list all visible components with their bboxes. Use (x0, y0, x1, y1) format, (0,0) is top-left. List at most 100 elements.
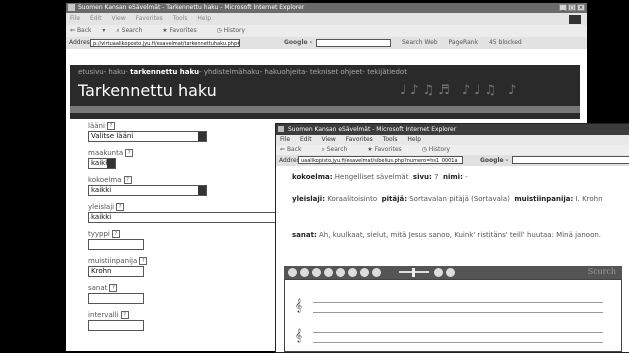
nav-current: tarkennettu haku (130, 68, 200, 76)
menu-favorites[interactable]: Favorites (346, 136, 373, 143)
help-icon[interactable]: ? (125, 149, 134, 157)
window-title: Suomen Kansan eSävelmät - Tarkennettu ha… (78, 4, 305, 11)
muistiinpanija-input[interactable]: Krohn (88, 266, 144, 277)
ie-icon (68, 4, 75, 11)
muistiinpanija-label: muistiinpanija (88, 257, 138, 265)
title-bar: Suomen Kansan eSävelmät - Tarkennettu ha… (66, 3, 587, 13)
search-web-button[interactable]: Search Web (402, 39, 438, 46)
popup-content: kokoelma: Hengelliset sävelmät sivu: 7 n… (276, 166, 629, 352)
pitaja-value: Sortavalan pitäjä (Sortavala) (409, 195, 510, 203)
tempo-slider-knob[interactable] (412, 268, 415, 277)
kokoelma-select[interactable]: kaikki (88, 185, 207, 196)
menu-favorites[interactable]: Favorites (136, 15, 163, 22)
favorites-button[interactable]: ★ Favorites (367, 146, 410, 153)
pause-icon[interactable] (336, 268, 345, 277)
tyyppi-input[interactable] (88, 239, 144, 250)
kokoelma-value: Hengelliset sävelmät (334, 173, 409, 181)
google-toolbar-extras: Search Web PageRank 45 blocked (402, 37, 531, 49)
maakunta-label: maakunta (88, 149, 124, 157)
rewind-icon[interactable] (288, 268, 297, 277)
nav-links[interactable]: etusivu- haku- (78, 68, 128, 76)
google-label: Google - (284, 39, 313, 46)
breadcrumb-nav: etusivu- haku- tarkennettu haku- yhdiste… (78, 68, 407, 76)
popup-google-input[interactable] (512, 156, 629, 164)
toolbar: ⇐ Back ▾ ⌕ Search ★ Favorites ◷ History (66, 25, 587, 37)
staff-line (313, 332, 603, 343)
intervalli-input[interactable] (88, 320, 144, 331)
scorch-player-toolbar: Scorch (284, 266, 622, 279)
page-title: Tarkennettu haku (78, 81, 217, 100)
menu-view[interactable]: View (112, 15, 126, 22)
menu-bar: File Edit View Favorites Tools Help (66, 13, 587, 25)
popup-toolbar: ⇐ Back ⌕ Search ★ Favorites ◷ History (276, 145, 629, 155)
search-button[interactable]: ⌕ Search (116, 27, 151, 34)
back-button[interactable]: ⇐ Back ▾ (70, 27, 105, 34)
kokoelma-label: kokoelma (88, 176, 122, 184)
stop-icon[interactable] (348, 268, 357, 277)
sound-icon[interactable] (446, 268, 455, 277)
help-icon[interactable]: ? (123, 176, 132, 184)
maximize-button[interactable]: □ (568, 4, 576, 11)
menu-file[interactable]: File (70, 15, 80, 22)
prev-icon[interactable] (300, 268, 309, 277)
google-search-input[interactable] (316, 39, 391, 47)
popup-menu-bar: File Edit View Favorites Tools Help (276, 135, 629, 145)
play-icon[interactable] (324, 268, 333, 277)
song-lyrics: sanat: Ah, kuulkaat, sielut, mitä Jesus … (292, 231, 602, 239)
menu-tools[interactable]: Tools (173, 15, 188, 22)
search-form: lääni? Valitse lääni maakunta? kaikki ko… (88, 121, 298, 337)
laani-select[interactable]: Valitse lääni (88, 131, 207, 142)
menu-edit[interactable]: Edit (300, 136, 312, 143)
header-strip (70, 106, 580, 113)
yleislaji-input[interactable]: kaikki (88, 212, 287, 223)
search-button[interactable]: ⌕ Search (321, 146, 356, 153)
minimize-button[interactable]: _ (559, 4, 567, 11)
menu-tools[interactable]: Tools (383, 136, 398, 143)
help-icon[interactable]: ? (106, 122, 115, 130)
sanat-value: Ah, kuulkaat, sielut, mitä Jesus sanoo, … (318, 231, 602, 239)
dropdown-arrow-icon (198, 186, 206, 195)
song-meta-row1: kokoelma: Hengelliset sävelmät sivu: 7 n… (292, 173, 468, 181)
pagerank-indicator: PageRank (448, 39, 479, 46)
popup-window: Suomen Kansan eSävelmät - Microsoft Inte… (275, 123, 629, 353)
print-icon[interactable] (312, 268, 321, 277)
back-step-icon[interactable] (360, 268, 369, 277)
history-button[interactable]: ◷ History (422, 146, 460, 153)
staff-line (313, 302, 603, 313)
muistiinpanija-value: I. Krohn (575, 195, 603, 203)
back-button[interactable]: ⇐ Back (280, 146, 311, 153)
popup-title-bar: Suomen Kansan eSävelmät - Microsoft Inte… (276, 124, 629, 135)
forward-step-icon[interactable] (372, 268, 381, 277)
song-meta-row2: yleislaji: Koraalitoisinto pitäjä: Sorta… (292, 195, 603, 203)
info-icon[interactable] (434, 268, 443, 277)
maakunta-select[interactable]: kaikki (88, 158, 116, 169)
help-icon[interactable]: ? (111, 230, 120, 238)
treble-clef-icon: 𝄞 (295, 328, 303, 342)
popup-blocked-counter[interactable]: 45 blocked (489, 39, 522, 46)
popup-title: Suomen Kansan eSävelmät - Microsoft Inte… (288, 126, 457, 133)
help-icon[interactable]: ? (139, 257, 148, 265)
menu-edit[interactable]: Edit (90, 15, 102, 22)
nav-links-rest[interactable]: - yhdistelmähaku- hakuohjeita- tekniset … (199, 68, 407, 76)
close-button[interactable]: × (577, 4, 585, 11)
menu-view[interactable]: View (322, 136, 336, 143)
address-bar: Address p://virtuaalikoposto.jyu.fi/esav… (66, 37, 587, 49)
menu-help[interactable]: Help (197, 15, 211, 22)
help-icon[interactable]: ? (109, 284, 118, 292)
address-input[interactable]: p://virtuaalikoposto.jyu.fi/esavelmat/ta… (90, 39, 240, 47)
menu-file[interactable]: File (280, 136, 290, 143)
help-icon[interactable]: ? (120, 311, 129, 319)
history-button[interactable]: ◷ History (217, 27, 255, 34)
score-view[interactable]: 𝄞 𝄞 (284, 279, 622, 352)
popup-address-input[interactable]: uaalikopisto.jyu.fi/esavelmat/sibelius.p… (298, 156, 463, 164)
laani-label: lääni (88, 122, 105, 130)
favorites-button[interactable]: ★ Favorites (162, 27, 205, 34)
menu-help[interactable]: Help (407, 136, 421, 143)
sanat-input[interactable] (88, 293, 144, 304)
dropdown-arrow-icon (198, 132, 206, 141)
help-icon[interactable]: ? (116, 203, 125, 211)
scorch-logo: Scorch (587, 267, 616, 276)
google-label: Google - (480, 157, 509, 164)
windows-logo-icon (569, 15, 581, 24)
popup-address-bar: Address uaalikopisto.jyu.fi/esavelmat/si… (276, 155, 629, 166)
